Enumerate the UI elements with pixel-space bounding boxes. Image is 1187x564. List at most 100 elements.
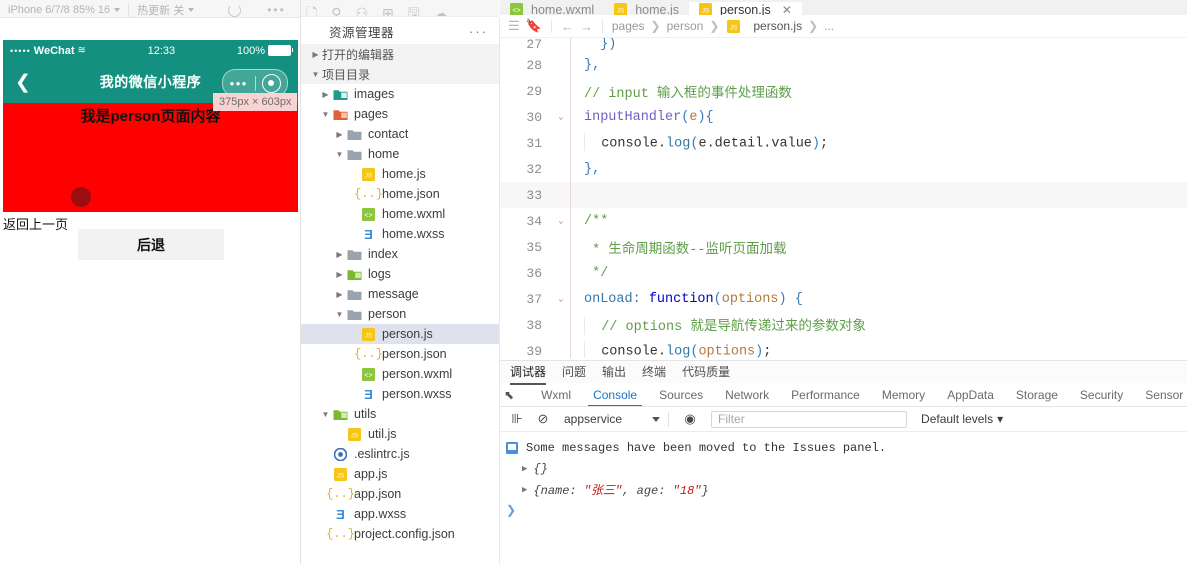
section-project-dir[interactable]: ▼ 项目目录 — [301, 64, 499, 84]
code-line: 32}, — [500, 156, 1187, 182]
hot-reload-selector[interactable]: 热更新 关 — [129, 1, 202, 17]
tree-item-person-js[interactable]: JS person.js — [301, 324, 499, 344]
chevron-down-icon[interactable]: ▼ — [333, 150, 346, 159]
tree-item-pages[interactable]: ▼ pages — [301, 104, 499, 124]
console-object[interactable]: {} — [533, 462, 547, 476]
tree-item-images[interactable]: ▶ images — [301, 84, 499, 104]
chevron-right-icon[interactable]: ▶ — [333, 290, 346, 299]
chevron-right-icon[interactable]: ▶ — [333, 130, 346, 139]
tree-item-home-js[interactable]: JS home.js — [301, 164, 499, 184]
source-control-icon[interactable]: ⚇ — [356, 6, 369, 16]
tree-item-logs[interactable]: ▶ logs — [301, 264, 499, 284]
console-sidebar-icon[interactable]: ⊪ — [504, 411, 530, 427]
back-button[interactable]: 后退 — [78, 229, 224, 260]
tree-item-person[interactable]: ▼ person — [301, 304, 499, 324]
devtools-panel-tab-3[interactable]: 终端 — [642, 363, 666, 382]
code-text: }) — [600, 38, 617, 52]
editor-tab-home-wxml[interactable]: <> home.wxml — [500, 2, 605, 15]
editor-tab-home-js[interactable]: JS home.js — [604, 2, 689, 15]
devtools-tab-security[interactable]: Security — [1069, 383, 1134, 406]
console-object[interactable]: {name: "张三", age: "18"} — [533, 481, 708, 498]
tree-item-index[interactable]: ▶ index — [301, 244, 499, 264]
tree-item-project-config-json[interactable]: {..} project.config.json — [301, 524, 499, 544]
ellipsis-icon[interactable]: ··· — [469, 24, 488, 39]
breadcrumb-item-pages[interactable]: pages — [612, 19, 645, 33]
tree-item--eslintrc-js[interactable]: .eslintrc.js — [301, 444, 499, 464]
devtools-tab-network[interactable]: Network — [714, 383, 780, 406]
editor-tab-person-js[interactable]: JS person.js ✕ — [689, 2, 802, 15]
chevron-down-icon[interactable]: ▼ — [319, 410, 332, 419]
search-icon[interactable]: ⚲ — [331, 6, 341, 16]
breadcrumb-item-person[interactable]: person — [667, 19, 704, 33]
devtools-tab-console[interactable]: Console — [582, 383, 648, 406]
devtools-panel-tab-1[interactable]: 问题 — [562, 363, 586, 382]
close-target-button[interactable] — [256, 73, 288, 93]
log-levels-select[interactable]: Default levels ▾ — [921, 412, 1003, 426]
tree-item-contact[interactable]: ▶ contact — [301, 124, 499, 144]
tree-item-utils[interactable]: ▼ utils — [301, 404, 499, 424]
filter-input[interactable]: Filter — [711, 410, 908, 428]
tree-item-home-wxss[interactable]: Ǝhome.wxss — [301, 224, 499, 244]
eye-icon[interactable]: ◉ — [677, 411, 703, 427]
tree-item-person-wxml[interactable]: <> person.wxml — [301, 364, 499, 384]
tree-item-home-json[interactable]: {..} home.json — [301, 184, 499, 204]
tree-item-message[interactable]: ▶ message — [301, 284, 499, 304]
cloud-icon[interactable]: ☁ — [434, 6, 448, 16]
prompt-chevron-icon: ❯ — [506, 503, 517, 517]
chevron-down-icon[interactable]: ▼ — [333, 310, 346, 319]
menu-dots-icon[interactable]: ••• — [223, 77, 255, 90]
outline-icon[interactable]: ☰ — [508, 18, 520, 34]
chevron-down-icon[interactable]: ▼ — [319, 110, 332, 119]
console-context-select[interactable]: appservice — [556, 412, 661, 426]
carrier-label: WeChat — [33, 44, 75, 57]
explorer-icon[interactable]: 🗋 — [306, 6, 317, 16]
explorer-title: 资源管理器 — [329, 25, 395, 40]
breadcrumb-item-more[interactable]: ... — [824, 19, 834, 33]
tree-item-home-wxml[interactable]: <> home.wxml — [301, 204, 499, 224]
chevron-right-icon[interactable]: ▶ — [333, 270, 346, 279]
arrow-right-icon[interactable]: → — [580, 19, 593, 34]
chevron-right-icon[interactable]: ▶ — [319, 90, 332, 99]
devtools-panel-tab-4[interactable]: 代码质量 — [682, 363, 730, 382]
close-icon[interactable]: ✕ — [782, 3, 792, 16]
wxml-icon: <> — [360, 367, 377, 381]
back-link-text[interactable]: 返回上一页 — [3, 214, 68, 233]
devtools-tab-wxml[interactable]: Wxml — [530, 383, 582, 406]
expand-arrow-icon[interactable]: ▶ — [522, 485, 527, 495]
fold-chevron-icon[interactable]: ⌄ — [552, 216, 570, 226]
devtools-tab-memory[interactable]: Memory — [871, 383, 936, 406]
devtools-panel-tab-2[interactable]: 输出 — [602, 363, 626, 382]
devtools-tab-appdata[interactable]: AppData — [936, 383, 1005, 406]
section-open-editors[interactable]: ▶ 打开的编辑器 — [301, 44, 499, 64]
devtools-tab-performance[interactable]: Performance — [780, 383, 871, 406]
devtools-tab-sensor[interactable]: Sensor — [1134, 383, 1187, 406]
tree-item-person-json[interactable]: {..} person.json — [301, 344, 499, 364]
folder-orange-icon — [332, 108, 349, 121]
clear-console-icon[interactable]: ⊘ — [530, 411, 556, 427]
devtools-tab-sources[interactable]: Sources — [648, 383, 714, 406]
fold-chevron-icon[interactable]: ⌄ — [552, 112, 570, 122]
expand-arrow-icon[interactable]: ▶ — [522, 464, 527, 474]
tree-item-person-wxss[interactable]: Ǝperson.wxss — [301, 384, 499, 404]
tree-item-app-json[interactable]: {..} app.json — [301, 484, 499, 504]
breadcrumb-item-file[interactable]: person.js — [753, 19, 802, 33]
tree-item-home[interactable]: ▼ home — [301, 144, 499, 164]
bookmark-icon[interactable]: 🔖 — [526, 18, 542, 34]
devtools-panel-tab-0[interactable]: 调试器 — [510, 363, 547, 385]
save-icon[interactable]: 🖫 — [408, 6, 420, 16]
code-editor[interactable]: 27 }) 28}, 29// input 输入框的事件处理函数 30 ⌄ inputHa… — [500, 38, 1187, 358]
tree-item-app-js[interactable]: JS app.js — [301, 464, 499, 484]
chevron-right-icon[interactable]: ▶ — [333, 250, 346, 259]
device-selector[interactable]: iPhone 6/7/8 85% 16 — [0, 1, 128, 17]
indent-guide — [570, 208, 571, 234]
debug-icon[interactable]: ⊞ — [382, 6, 394, 16]
ellipsis-icon[interactable]: ••• — [267, 3, 286, 17]
refresh-icon[interactable] — [228, 4, 242, 17]
fold-chevron-icon[interactable]: ⌄ — [552, 294, 570, 304]
inspect-element-icon[interactable]: ⬉ — [504, 388, 514, 402]
tree-item-util-js[interactable]: JS util.js — [301, 424, 499, 444]
tree-item-app-wxss[interactable]: Ǝapp.wxss — [301, 504, 499, 524]
arrow-left-icon[interactable]: ← — [561, 19, 574, 34]
devtools-tab-storage[interactable]: Storage — [1005, 383, 1069, 406]
console-prompt[interactable]: ❯ — [500, 500, 1187, 520]
